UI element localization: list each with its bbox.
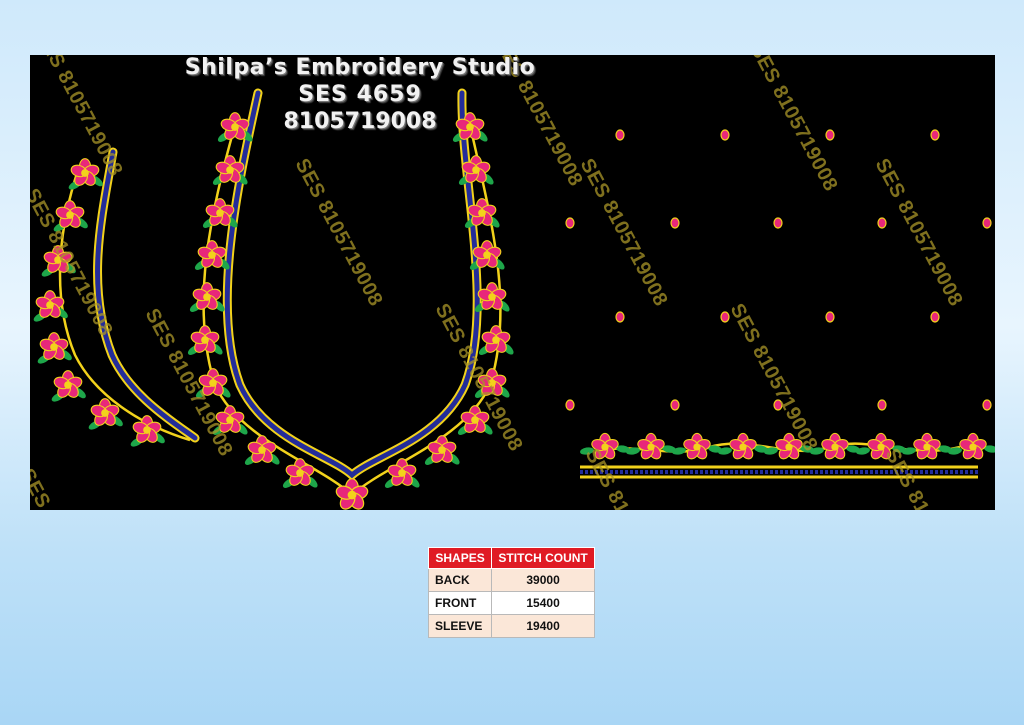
bud-motif [773,217,783,229]
phone-number: 8105719008 [283,109,437,134]
bud-motif [877,399,887,411]
bud-motif [670,217,680,229]
table-header-row: SHAPES STITCH COUNT [427,547,595,569]
studio-name: Shilpa’s Embroidery Studio [184,55,536,80]
bud-motif [565,399,575,411]
bud-motif [982,399,992,411]
shape-cell: BACK [427,568,493,592]
bud-motif [615,311,625,323]
sleeve-border [93,147,200,443]
flower-motif [637,432,665,460]
bud-motif [982,217,992,229]
design-panel: SES 8105719008 SES 8105719008 SES 810571… [30,55,995,510]
table-row: SLEEVE 19400 [427,614,595,638]
design-code: SES 4659 [298,82,422,107]
studio-header: Shilpa’s Embroidery Studio SES 4659 8105… [180,55,540,134]
bud-motif [825,311,835,323]
bud-motif [615,129,625,141]
flower-motif [959,432,987,460]
flower-motif [335,478,369,510]
shape-cell: FRONT [427,591,493,615]
bud-motif [565,217,575,229]
bud-motif [670,399,680,411]
table-row: BACK 39000 [427,568,595,592]
count-cell: 15400 [491,591,595,615]
count-cell: 39000 [491,568,595,592]
table-row: FRONT 15400 [427,591,595,615]
flower-motif [821,432,849,460]
bud-motif [930,311,940,323]
vine-stem [202,124,502,497]
shape-cell: SLEEVE [427,614,493,638]
bud-motif [877,217,887,229]
bud-motif [930,129,940,141]
bud-motif [720,129,730,141]
count-cell: 19400 [491,614,595,638]
flower-motif [729,432,757,460]
stitch-count-table: SHAPES STITCH COUNT BACK 39000 FRONT 154… [427,547,595,638]
column-header-shapes: SHAPES [427,547,493,569]
bud-motif [825,129,835,141]
flower-motif [683,432,711,460]
flower-motif [913,432,941,460]
column-header-stitch-count: STITCH COUNT [491,547,595,569]
